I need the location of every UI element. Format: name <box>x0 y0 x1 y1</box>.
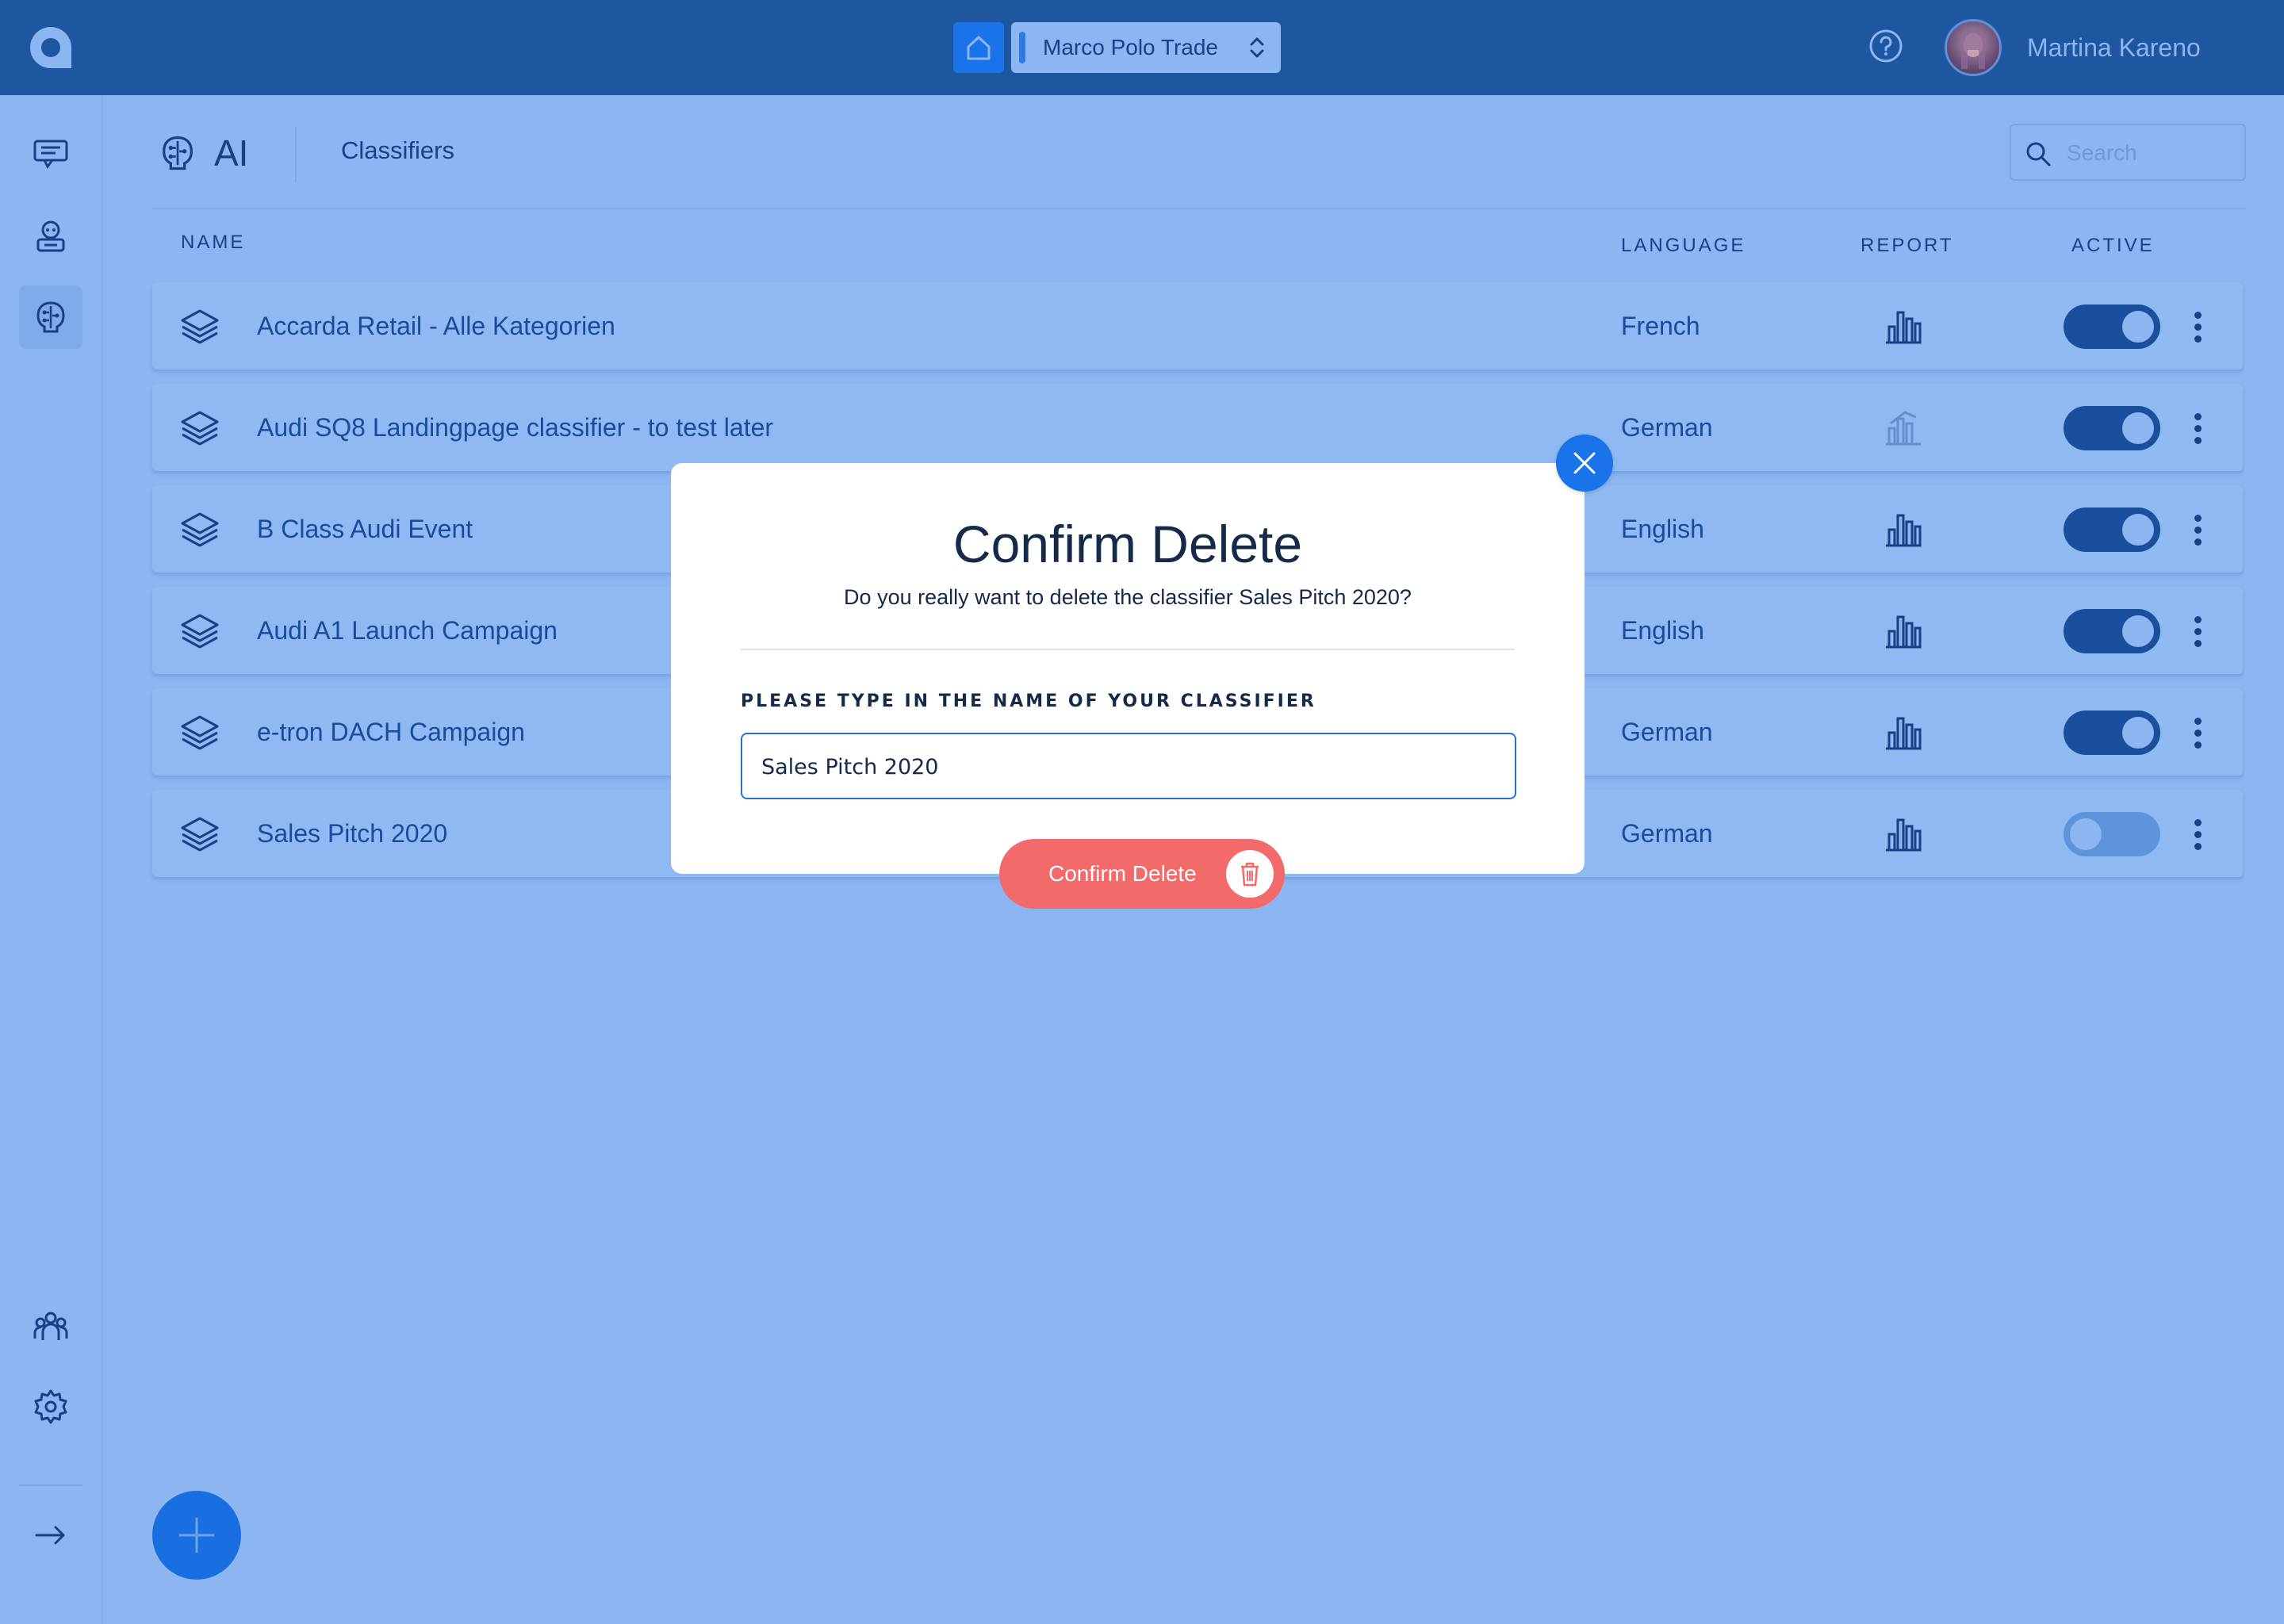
active-toggle[interactable] <box>2064 304 2160 349</box>
bar-chart-icon[interactable] <box>1884 511 1922 551</box>
sidebar-divider <box>19 1484 82 1486</box>
classifier-name-field[interactable] <box>741 733 1516 799</box>
layers-icon <box>179 408 220 453</box>
sidebar-item-conversations[interactable] <box>19 122 82 186</box>
page-title: AI <box>157 132 248 174</box>
top-bar: Marco Polo Trade Martina Kareno <box>0 0 2284 95</box>
layers-icon <box>179 712 220 757</box>
layers-icon <box>179 611 220 656</box>
classifier-name[interactable]: Accarda Retail - Alle Kategorien <box>257 282 615 370</box>
classifier-name[interactable]: e-tron DACH Campaign <box>257 688 525 776</box>
breadcrumb[interactable]: Classifiers <box>341 136 454 165</box>
layers-icon <box>179 814 220 859</box>
sidebar-item-ai[interactable] <box>19 285 82 349</box>
classifier-name[interactable]: Sales Pitch 2020 <box>257 790 447 877</box>
search-input[interactable] <box>2067 136 2233 170</box>
active-toggle[interactable] <box>2064 406 2160 450</box>
org-indicator <box>1019 32 1025 63</box>
section-title: AI <box>214 132 249 174</box>
trash-icon <box>1226 850 1274 898</box>
more-options-icon[interactable] <box>2186 710 2209 755</box>
sidebar-item-team[interactable] <box>19 1294 82 1358</box>
search-box[interactable] <box>2010 124 2246 181</box>
header-separator <box>295 127 297 182</box>
active-toggle[interactable] <box>2064 508 2160 552</box>
dialog-divider <box>741 649 1515 650</box>
bot-icon <box>36 220 65 252</box>
column-header-language[interactable]: LANGUAGE <box>1621 235 1746 257</box>
table-row[interactable]: Audi SQ8 Landingpage classifier - to tes… <box>152 384 2243 471</box>
expand-arrow-icon <box>35 1526 65 1545</box>
confirm-delete-dialog: Confirm Delete Do you really want to del… <box>671 463 1585 874</box>
classifier-language: English <box>1621 616 1704 645</box>
bar-chart-icon[interactable] <box>1884 815 1922 856</box>
toggle-knob <box>2122 514 2154 546</box>
toggle-knob <box>2122 412 2154 444</box>
conversations-icon <box>33 140 68 169</box>
classifier-language: English <box>1621 515 1704 543</box>
add-classifier-button[interactable] <box>152 1491 241 1580</box>
toggle-knob <box>2122 717 2154 749</box>
dialog-title: Confirm Delete <box>952 515 1303 573</box>
header-divider <box>152 208 2246 209</box>
organization-selector[interactable]: Marco Polo Trade <box>1011 22 1281 73</box>
more-options-icon[interactable] <box>2186 406 2209 450</box>
search-icon <box>2026 142 2051 167</box>
close-icon <box>1573 452 1596 474</box>
more-options-icon[interactable] <box>2186 609 2209 653</box>
home-button[interactable] <box>953 22 1004 73</box>
column-header-report: REPORT <box>1861 235 1954 256</box>
sidebar-border <box>102 95 103 1624</box>
sidebar <box>0 95 102 1624</box>
toggle-knob <box>2122 615 2154 647</box>
classifier-language: French <box>1621 312 1700 340</box>
plus-icon <box>179 1518 214 1553</box>
logo-icon[interactable] <box>27 24 75 71</box>
classifier-name[interactable]: B Class Audi Event <box>257 485 473 573</box>
home-icon <box>967 36 991 60</box>
sidebar-expand[interactable] <box>19 1503 82 1567</box>
active-toggle[interactable] <box>2064 812 2160 856</box>
avatar[interactable] <box>1945 19 2002 76</box>
bar-chart-icon <box>1884 409 1922 450</box>
active-toggle[interactable] <box>2064 609 2160 653</box>
help-icon[interactable] <box>1868 29 1903 67</box>
org-name: Marco Polo Trade <box>1043 35 1218 59</box>
classifier-language: German <box>1621 718 1713 746</box>
confirm-delete-label: Confirm Delete <box>1048 861 1197 886</box>
classifier-name-input[interactable] <box>761 749 1475 785</box>
classifier-language: German <box>1621 413 1713 442</box>
ai-brain-icon <box>163 136 193 170</box>
chevron-updown-icon <box>1250 37 1264 58</box>
sidebar-item-settings[interactable] <box>19 1375 82 1438</box>
more-options-icon[interactable] <box>2186 304 2209 349</box>
bar-chart-icon[interactable] <box>1884 308 1922 348</box>
classifier-name[interactable]: Audi SQ8 Landingpage classifier - to tes… <box>257 384 773 471</box>
toggle-knob <box>2122 311 2154 343</box>
sidebar-item-bots[interactable] <box>19 205 82 268</box>
column-header-name[interactable]: NAME <box>181 232 245 254</box>
ai-brain-icon <box>36 301 65 333</box>
active-toggle[interactable] <box>2064 710 2160 755</box>
classifier-name[interactable]: Audi A1 Launch Campaign <box>257 587 558 674</box>
team-icon <box>33 1312 68 1340</box>
close-dialog-button[interactable] <box>1556 435 1613 492</box>
table-row[interactable]: Accarda Retail - Alle Kategorien French <box>152 282 2243 370</box>
dialog-description: Do you really want to delete the classif… <box>844 585 1412 609</box>
classifier-name-label: PLEASE TYPE IN THE NAME OF YOUR CLASSIFI… <box>741 691 1316 711</box>
settings-icon <box>34 1389 67 1424</box>
user-name[interactable]: Martina Kareno <box>2027 0 2201 95</box>
more-options-icon[interactable] <box>2186 812 2209 856</box>
classifier-language: German <box>1621 819 1713 848</box>
column-header-active: ACTIVE <box>2071 235 2155 256</box>
bar-chart-icon[interactable] <box>1884 612 1922 653</box>
bar-chart-icon[interactable] <box>1884 714 1922 754</box>
layers-icon <box>179 509 220 554</box>
confirm-delete-button[interactable]: Confirm Delete <box>999 839 1285 909</box>
toggle-knob <box>2070 818 2102 850</box>
layers-icon <box>179 306 220 351</box>
more-options-icon[interactable] <box>2186 508 2209 552</box>
